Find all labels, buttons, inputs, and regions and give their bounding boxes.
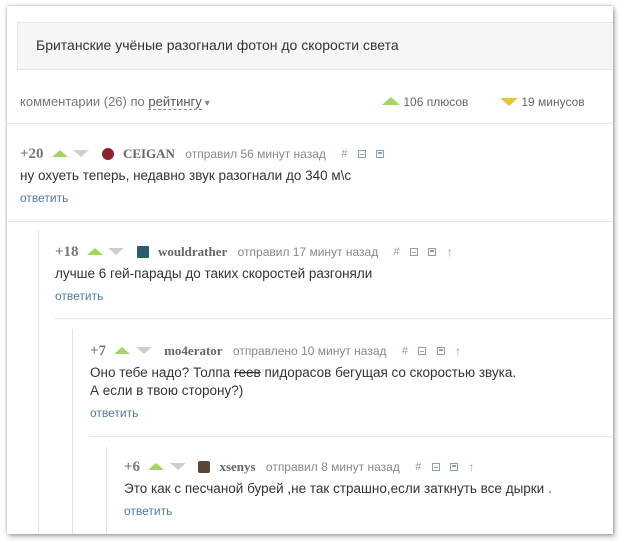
permalink-icon[interactable]: #	[402, 343, 408, 359]
divider	[7, 221, 613, 222]
comment-time: отправлено 10 минут назад	[232, 343, 387, 358]
save-icon[interactable]	[450, 462, 458, 471]
comment-body: Оно тебе надо? Толпа геев пидорасов бегу…	[90, 364, 516, 400]
divider	[7, 123, 613, 124]
comment-time: отправил 56 минут назад	[185, 146, 326, 161]
comment-item: +18 wouldrather отправил 17 минут назад …	[55, 243, 453, 303]
permalink-icon[interactable]: #	[415, 459, 421, 475]
comment-body: ну охуеть теперь, недавно звук разогнали…	[20, 168, 352, 183]
comment-time: отправил 17 минут назад	[237, 244, 379, 259]
vote-up-icon[interactable]	[51, 150, 68, 158]
collapse-icon[interactable]	[410, 247, 419, 256]
comment-author[interactable]: CEIGAN	[123, 146, 175, 161]
comment-rating: +7	[90, 342, 107, 359]
save-icon[interactable]	[436, 346, 445, 355]
permalink-icon[interactable]: #	[341, 146, 347, 162]
comment-header: +7 mo4erator отправлено 10 минут назад #…	[90, 342, 516, 359]
screenshot-frame: Британские учёные разогнали фотон до ско…	[7, 6, 613, 534]
comment-item: +6 xsenys отправил 8 минут назад # ↑ Это…	[124, 458, 552, 518]
divider	[55, 318, 613, 319]
post-title-box: Британские учёные разогнали фотон до ско…	[17, 22, 613, 70]
minus-count: 19 минусов	[521, 95, 585, 109]
comment-item: +20 CEIGAN отправил 56 минут назад # ну …	[20, 145, 391, 205]
strikethrough-text: геев	[233, 365, 261, 380]
comment-text: А если в твою сторону?)	[90, 383, 244, 398]
comment-body: Это как с песчаной бурей ,не так страшно…	[124, 481, 552, 496]
chevron-down-icon[interactable]: ▼	[203, 98, 212, 108]
collapse-icon[interactable]	[431, 462, 440, 471]
thread-line	[72, 329, 73, 534]
save-icon[interactable]	[428, 247, 437, 256]
divider	[90, 436, 613, 437]
vote-down-icon[interactable]	[73, 150, 90, 158]
comment-header: +6 xsenys отправил 8 минут назад # ↑	[124, 458, 552, 475]
vote-up-icon[interactable]	[86, 248, 103, 256]
avatar[interactable]	[136, 245, 149, 258]
comment-rating: +20	[20, 145, 44, 162]
sort-dropdown[interactable]: рейтингу	[148, 94, 202, 110]
collapse-icon[interactable]	[418, 346, 427, 355]
comment-text: Оно тебе надо? Толпа	[90, 365, 234, 380]
comment-time: отправил 8 минут назад	[265, 459, 400, 474]
comment-header: +20 CEIGAN отправил 56 минут назад #	[20, 145, 391, 162]
comment-author[interactable]: mo4erator	[164, 343, 222, 358]
plus-stat: 106 плюсов	[382, 95, 468, 109]
comment-author[interactable]: xsenys	[219, 459, 255, 474]
reply-link[interactable]: ответить	[90, 406, 516, 420]
vote-down-icon[interactable]	[135, 347, 152, 355]
comment-author[interactable]: wouldrather	[158, 244, 227, 259]
post-title[interactable]: Британские учёные разогнали фотон до ско…	[36, 37, 399, 53]
vote-up-icon[interactable]	[114, 347, 131, 355]
avatar[interactable]	[198, 460, 211, 473]
parent-arrow-icon[interactable]: ↑	[455, 344, 461, 358]
thread-line	[38, 231, 39, 534]
permalink-icon[interactable]: #	[394, 244, 400, 260]
reply-link[interactable]: ответить	[124, 504, 552, 518]
reply-link[interactable]: ответить	[20, 191, 391, 205]
comments-sort: комментарии (26) по рейтингу▼	[20, 94, 212, 110]
comment-header: +18 wouldrather отправил 17 минут назад …	[55, 243, 453, 260]
save-icon[interactable]	[376, 149, 385, 158]
plus-count: 106 плюсов	[403, 95, 469, 109]
comments-count-label: комментарии (26) по	[20, 94, 145, 109]
triangle-down-icon	[500, 98, 518, 106]
collapse-icon[interactable]	[357, 149, 366, 158]
reply-link[interactable]: ответить	[55, 289, 453, 303]
avatar[interactable]	[101, 147, 114, 160]
comment-item: +7 mo4erator отправлено 10 минут назад #…	[90, 342, 516, 420]
vote-up-icon[interactable]	[148, 463, 165, 471]
comment-rating: +6	[124, 458, 141, 475]
vote-down-icon[interactable]	[169, 463, 186, 471]
thread-line	[106, 447, 107, 534]
comment-text: пидорасов бегущая со скоростью звука.	[260, 365, 517, 380]
parent-arrow-icon[interactable]: ↑	[468, 460, 474, 474]
vote-down-icon[interactable]	[108, 248, 125, 256]
minus-stat: 19 минусов	[500, 95, 585, 109]
parent-arrow-icon[interactable]: ↑	[447, 245, 453, 259]
triangle-up-icon	[382, 97, 400, 105]
comment-rating: +18	[55, 243, 79, 260]
comment-body: лучше 6 гей-парады до таких скоростей ра…	[55, 266, 373, 281]
